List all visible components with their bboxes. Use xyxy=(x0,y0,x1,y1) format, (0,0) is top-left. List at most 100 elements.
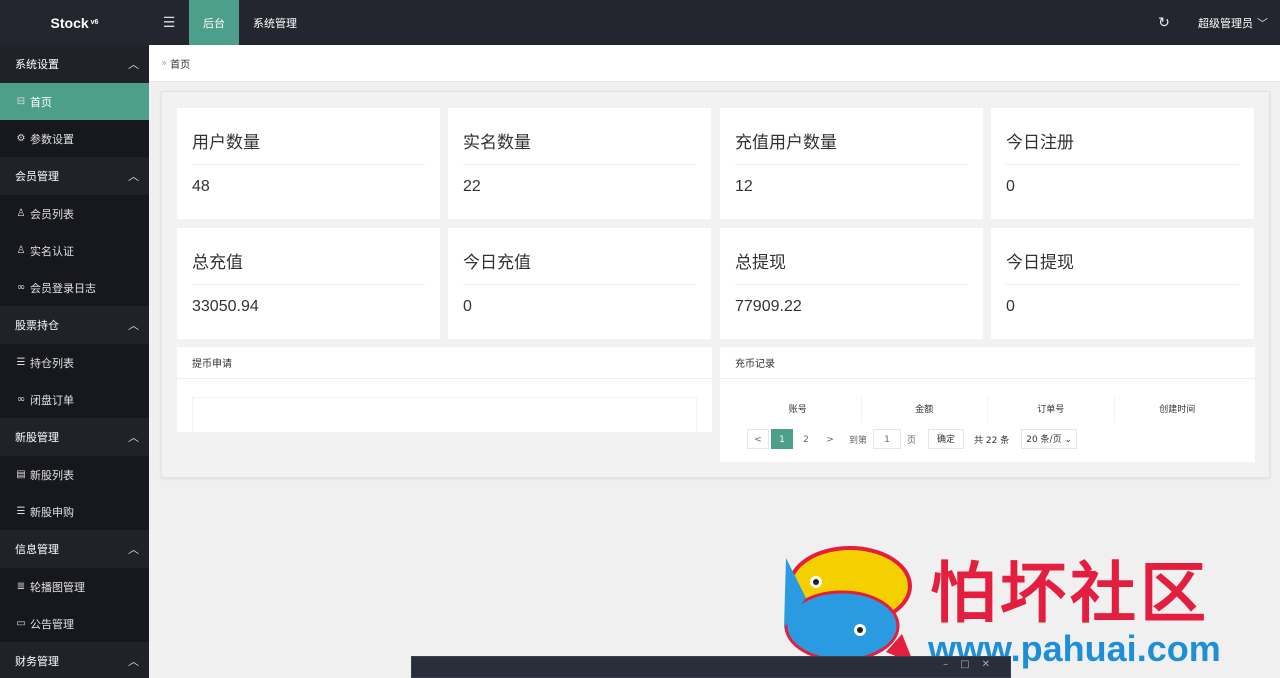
maximize-icon[interactable]: □ xyxy=(960,659,981,670)
nav-group-positions[interactable]: 股票持仓 ︿ xyxy=(0,306,149,344)
breadcrumb-separator-icon: » xyxy=(161,57,168,69)
sidebar-item-notice[interactable]: ▭ 公告管理 xyxy=(0,605,149,642)
sidebar-item-ipo-subscribe[interactable]: ☰ 新股申购 xyxy=(0,493,149,530)
chevron-up-icon: ︿ xyxy=(128,319,139,332)
panel-title: 提币申请 xyxy=(177,347,712,379)
nav-group-system[interactable]: 系统设置 ︿ xyxy=(0,45,149,83)
gear-icon: ⚙ xyxy=(16,133,26,144)
tab-backend[interactable]: 后台 xyxy=(189,0,239,45)
pagination: < 1 2 > 到第 1 页 确定 共 22 条 20 条/页 ⌄ xyxy=(747,429,1078,449)
chevron-up-icon: ︿ xyxy=(128,170,139,183)
sidebar-item-login-log[interactable]: ∞ 会员登录日志 xyxy=(0,269,149,306)
total-count: 共 22 条 xyxy=(974,435,1010,446)
stat-value: 0 xyxy=(1006,178,1015,195)
divider xyxy=(1006,284,1239,285)
watermark-fish-logo xyxy=(784,546,914,664)
page-size-select[interactable]: 20 条/页 ⌄ xyxy=(1021,429,1078,449)
next-page-button[interactable]: > xyxy=(819,429,841,449)
logo-text: Stock xyxy=(50,14,89,31)
sidebar-item-member-list[interactable]: ♙ 会员列表 xyxy=(0,195,149,232)
sidebar-item-home[interactable]: ⊟ 首页 xyxy=(0,83,149,120)
sidebar-item-settings[interactable]: ⚙ 参数设置 xyxy=(0,120,149,157)
column-header-created-at[interactable]: 创建时间 xyxy=(1115,397,1241,423)
nav-group-label: 会员管理 xyxy=(15,170,59,183)
breadcrumb-current[interactable]: 首页 xyxy=(170,56,190,71)
nav-group-label: 新股管理 xyxy=(15,431,59,444)
window-icon: ▭ xyxy=(16,618,26,629)
tab-system-management[interactable]: 系统管理 xyxy=(239,0,311,45)
divider xyxy=(463,164,696,165)
stat-card-today-withdraw: 今日提现 0 xyxy=(991,228,1254,339)
logo[interactable]: Stock v6 xyxy=(0,0,149,45)
stat-card-today-register: 今日注册 0 xyxy=(991,108,1254,219)
breadcrumb: » 首页 xyxy=(149,45,1280,82)
page-1-button[interactable]: 1 xyxy=(771,429,793,449)
divider xyxy=(1006,164,1239,165)
minimize-icon[interactable]: – xyxy=(943,659,960,670)
column-header-amount[interactable]: 金额 xyxy=(862,397,988,423)
dashboard-icon: ⊟ xyxy=(16,96,26,107)
sidebar-item-label: 实名认证 xyxy=(30,244,74,258)
sidebar-item-label: 公告管理 xyxy=(30,617,74,631)
overlay-window[interactable]: –□✕ xyxy=(411,656,1011,678)
confirm-button[interactable]: 确定 xyxy=(928,429,965,449)
stat-title: 总充值 xyxy=(192,253,243,273)
nav-group-members[interactable]: 会员管理 ︿ xyxy=(0,157,149,195)
refresh-icon[interactable]: ↻ xyxy=(1144,15,1184,31)
sidebar-item-closed-orders[interactable]: ∞ 闭盘订单 xyxy=(0,381,149,418)
user-menu[interactable]: 超级管理员 ﹀ xyxy=(1184,15,1280,31)
divider xyxy=(192,284,425,285)
stat-value: 0 xyxy=(463,298,472,315)
menu-icon: ≣ xyxy=(16,581,26,592)
stat-value: 12 xyxy=(735,178,753,195)
stat-title: 总提现 xyxy=(735,253,786,273)
chevron-up-icon: ︿ xyxy=(128,58,139,71)
goto-page-input[interactable]: 1 xyxy=(873,429,902,449)
stat-value: 0 xyxy=(1006,298,1015,315)
recharge-record-panel: 充币记录 账号 金额 订单号 创建时间 < 1 2 > 到第 1 页 确定 共 … xyxy=(720,347,1255,462)
nav-group-info[interactable]: 信息管理 ︿ xyxy=(0,530,149,568)
sidebar-item-ipo-list[interactable]: ▤ 新股列表 xyxy=(0,456,149,493)
divider xyxy=(192,164,425,165)
chevron-up-icon: ︿ xyxy=(128,655,139,668)
stat-card-total-withdraw: 总提现 77909.22 xyxy=(720,228,983,339)
sidebar-item-label: 新股列表 xyxy=(30,468,74,482)
chevron-down-icon: ﹀ xyxy=(1257,16,1268,30)
column-header-order-no[interactable]: 订单号 xyxy=(988,397,1115,423)
sidebar-item-position-list[interactable]: ☰ 持仓列表 xyxy=(0,344,149,381)
nav-group-label: 股票持仓 xyxy=(15,319,59,332)
menu-toggle-icon[interactable]: ☰ xyxy=(149,0,189,45)
sidebar-item-label: 闭盘订单 xyxy=(30,393,74,407)
goto-label: 到第 xyxy=(849,435,868,446)
stat-card-realname: 实名数量 22 xyxy=(448,108,711,219)
column-header-account[interactable]: 账号 xyxy=(735,397,862,423)
chevron-down-icon: ⌄ xyxy=(1064,435,1073,445)
stat-title: 用户数量 xyxy=(192,133,260,153)
link-icon: ∞ xyxy=(16,282,26,293)
close-icon[interactable]: ✕ xyxy=(982,659,1002,670)
page-2-button[interactable]: 2 xyxy=(795,429,817,449)
nav-group-label: 系统设置 xyxy=(15,58,59,71)
sidebar-item-label: 会员登录日志 xyxy=(30,281,96,295)
stat-title: 实名数量 xyxy=(463,133,531,153)
sidebar-item-label: 新股申购 xyxy=(30,505,74,519)
chevron-up-icon: ︿ xyxy=(128,543,139,556)
window-controls: –□✕ xyxy=(943,659,1002,670)
divider xyxy=(735,284,968,285)
topbar: ☰ 后台 系统管理 ↻ 超级管理员 ﹀ xyxy=(149,0,1280,45)
nav-group-finance[interactable]: 财务管理 ︿ xyxy=(0,642,149,678)
nav-group-label: 信息管理 xyxy=(15,543,59,556)
panel-title: 充币记录 xyxy=(720,347,1255,379)
prev-page-button[interactable]: < xyxy=(747,429,769,449)
nav-group-label: 财务管理 xyxy=(15,655,59,668)
stat-card-total-recharge: 总充值 33050.94 xyxy=(177,228,440,339)
table-header: 账号 金额 订单号 创建时间 xyxy=(735,397,1240,423)
sidebar-item-carousel[interactable]: ≣ 轮播图管理 xyxy=(0,568,149,605)
stat-title: 今日提现 xyxy=(1006,253,1074,273)
nav-group-ipo[interactable]: 新股管理 ︿ xyxy=(0,418,149,456)
stat-title: 充值用户数量 xyxy=(735,133,837,153)
user-icon: ♙ xyxy=(16,245,26,256)
stat-card-recharge-users: 充值用户数量 12 xyxy=(720,108,983,219)
sidebar: Stock v6 系统设置 ︿ ⊟ 首页 ⚙ 参数设置 会员管理 ︿ ♙ 会员列表 ♙ 实名认… xyxy=(0,0,149,678)
sidebar-item-realname[interactable]: ♙ 实名认证 xyxy=(0,232,149,269)
